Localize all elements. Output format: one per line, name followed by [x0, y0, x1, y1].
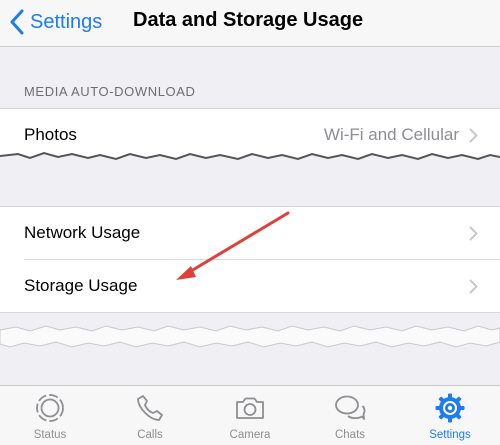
- chevron-right-icon: [469, 279, 478, 293]
- status-icon: [36, 394, 64, 422]
- storage-usage-label: Storage Usage: [24, 276, 138, 295]
- photos-value: Wi-Fi and Cellular: [323, 125, 459, 144]
- tab-camera[interactable]: Camera: [200, 386, 300, 445]
- usage-group: Network Usage Storage Usage: [0, 206, 500, 313]
- phone-icon: [137, 395, 163, 421]
- chevron-right-icon: [469, 226, 478, 240]
- chevron-right-icon: [469, 128, 478, 142]
- network-usage-row[interactable]: Network Usage: [0, 207, 500, 259]
- photos-label: Photos: [24, 125, 77, 144]
- section-header-media-auto-download: MEDIA AUTO-DOWNLOAD: [24, 84, 196, 99]
- tab-label: Chats: [334, 429, 366, 441]
- tab-bar: Status Calls Camera Chats Settings: [0, 385, 500, 445]
- tab-status[interactable]: Status: [0, 386, 100, 445]
- gear-icon: [435, 393, 465, 423]
- tab-label: Settings: [429, 429, 471, 441]
- chat-bubbles-icon: [335, 395, 366, 420]
- torn-edge-decoration: [0, 316, 500, 360]
- tab-label: Calls: [137, 429, 163, 441]
- tab-chats[interactable]: Chats: [300, 386, 400, 445]
- chevron-left-icon: [10, 9, 24, 35]
- tab-label: Camera: [229, 429, 271, 441]
- storage-usage-row[interactable]: Storage Usage: [24, 259, 500, 312]
- torn-edge-decoration: [0, 151, 500, 176]
- camera-icon: [236, 397, 264, 419]
- tab-calls[interactable]: Calls: [100, 386, 200, 445]
- back-button-label: Settings: [30, 10, 103, 33]
- navigation-bar: Settings Data and Storage Usage: [0, 0, 500, 47]
- back-button[interactable]: Settings: [10, 7, 102, 37]
- tab-settings[interactable]: Settings: [400, 386, 500, 445]
- tab-label: Status: [33, 429, 67, 441]
- network-usage-label: Network Usage: [24, 223, 141, 242]
- page-title: Data and Storage Usage: [133, 9, 364, 31]
